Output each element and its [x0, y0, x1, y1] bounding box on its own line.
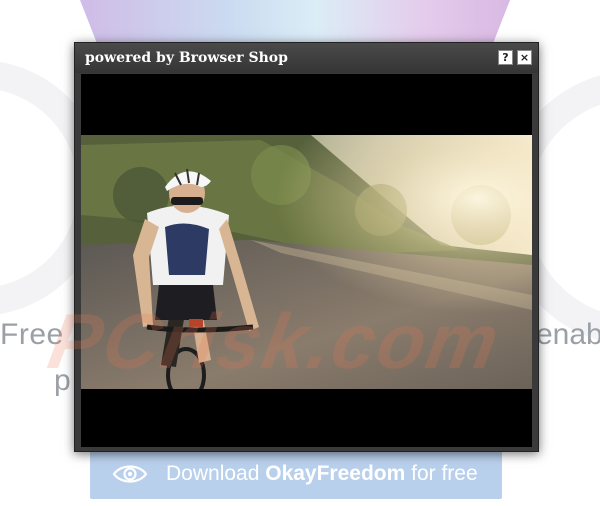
- download-button-label: Download OkayFreedom for free: [166, 462, 478, 486]
- popup-title: powered by Browser Shop: [85, 50, 288, 66]
- help-button[interactable]: ?: [498, 50, 513, 65]
- cyclist-video-still: [81, 135, 532, 389]
- browser-shop-popup[interactable]: powered by Browser Shop ? ×: [74, 42, 539, 452]
- header-banner: [80, 0, 510, 44]
- close-button[interactable]: ×: [517, 50, 532, 65]
- titlebar-buttons: ? ×: [498, 50, 532, 65]
- popup-titlebar[interactable]: powered by Browser Shop ? ×: [75, 43, 538, 73]
- video-player[interactable]: [81, 74, 532, 447]
- download-label-brand: OkayFreedom: [265, 462, 406, 485]
- background-heading-fragment: Free: [0, 318, 64, 351]
- video-frame: [81, 135, 532, 389]
- background-heading-fragment: p: [54, 364, 71, 397]
- background-heading-fragment: enab: [536, 318, 600, 351]
- download-label-suffix: for free: [405, 462, 478, 485]
- download-okayfreedom-button[interactable]: Download OkayFreedom for free: [90, 449, 502, 499]
- download-label-prefix: Download: [166, 462, 266, 485]
- eye-icon: [112, 465, 148, 483]
